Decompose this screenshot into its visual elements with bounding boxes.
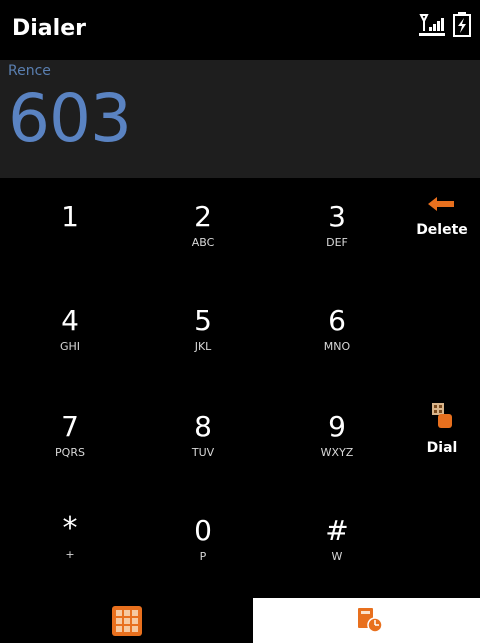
tab-call-log[interactable] — [253, 598, 480, 643]
key-letters: GHI — [59, 340, 81, 353]
key-digit: * — [62, 511, 78, 546]
key-digit: 4 — [61, 304, 79, 337]
key-letters: ABC — [191, 236, 215, 249]
signal-icon — [418, 12, 446, 42]
key-letters: DEF — [326, 236, 348, 249]
key-digit: 0 — [194, 514, 212, 547]
key-letters: JKL — [194, 340, 212, 353]
key-digit: 2 — [194, 200, 212, 233]
key-digit: 7 — [61, 410, 79, 443]
app-title: Dialer — [12, 16, 86, 41]
key-letters: MNO — [323, 340, 351, 353]
key-letters: W — [331, 550, 343, 563]
key-3[interactable]: 3 DEF — [272, 178, 402, 282]
key-letters: + — [65, 548, 75, 561]
number-display: Rence 603 — [0, 60, 480, 178]
key-1[interactable]: 1 — [5, 178, 135, 282]
key-7[interactable]: 7 PQRS — [5, 388, 135, 492]
delete-button[interactable]: Delete — [404, 196, 480, 238]
key-digit: 3 — [328, 200, 346, 233]
keypad-grid-icon — [112, 606, 142, 636]
delete-label: Delete — [416, 222, 468, 238]
key-digit: 6 — [328, 304, 346, 337]
dial-label: Dial — [426, 440, 458, 456]
key-digit: 1 — [61, 200, 79, 233]
bottom-tab-bar — [0, 598, 480, 643]
tab-keypad[interactable] — [0, 598, 253, 643]
key-8[interactable]: 8 TUV — [138, 388, 268, 492]
key-digit: 8 — [194, 410, 212, 443]
matched-contact-name: Rence — [8, 63, 51, 79]
key-hash[interactable]: # W — [272, 492, 402, 596]
dialed-number: 603 — [8, 80, 132, 157]
key-digit: 5 — [194, 304, 212, 337]
dialer-screen: Dialer Rence 603 1 2 ABC 3 DEF 4 GHI 5 J… — [0, 0, 480, 643]
keypad: 1 2 ABC 3 DEF 4 GHI 5 JKL 6 MNO 7 PQRS 8 — [0, 178, 406, 598]
status-icons — [418, 12, 472, 42]
key-letters: P — [199, 550, 207, 563]
key-digit: 9 — [328, 410, 346, 443]
dial-button[interactable]: Dial — [404, 402, 480, 456]
key-letters: WXYZ — [320, 446, 354, 459]
key-letters: PQRS — [55, 446, 85, 459]
battery-charging-icon — [452, 12, 472, 42]
key-4[interactable]: 4 GHI — [5, 282, 135, 386]
call-log-icon — [358, 608, 383, 633]
key-6[interactable]: 6 MNO — [272, 282, 402, 386]
key-9[interactable]: 9 WXYZ — [272, 388, 402, 492]
key-star[interactable]: * + — [5, 492, 135, 596]
backspace-arrow-icon — [428, 197, 456, 216]
dial-phone-icon — [430, 403, 454, 434]
key-0[interactable]: 0 P — [138, 492, 268, 596]
key-digit: # — [325, 514, 349, 547]
key-5[interactable]: 5 JKL — [138, 282, 268, 386]
key-letters: TUV — [191, 446, 215, 459]
title-bar: Dialer — [0, 0, 480, 60]
key-2[interactable]: 2 ABC — [138, 178, 268, 282]
